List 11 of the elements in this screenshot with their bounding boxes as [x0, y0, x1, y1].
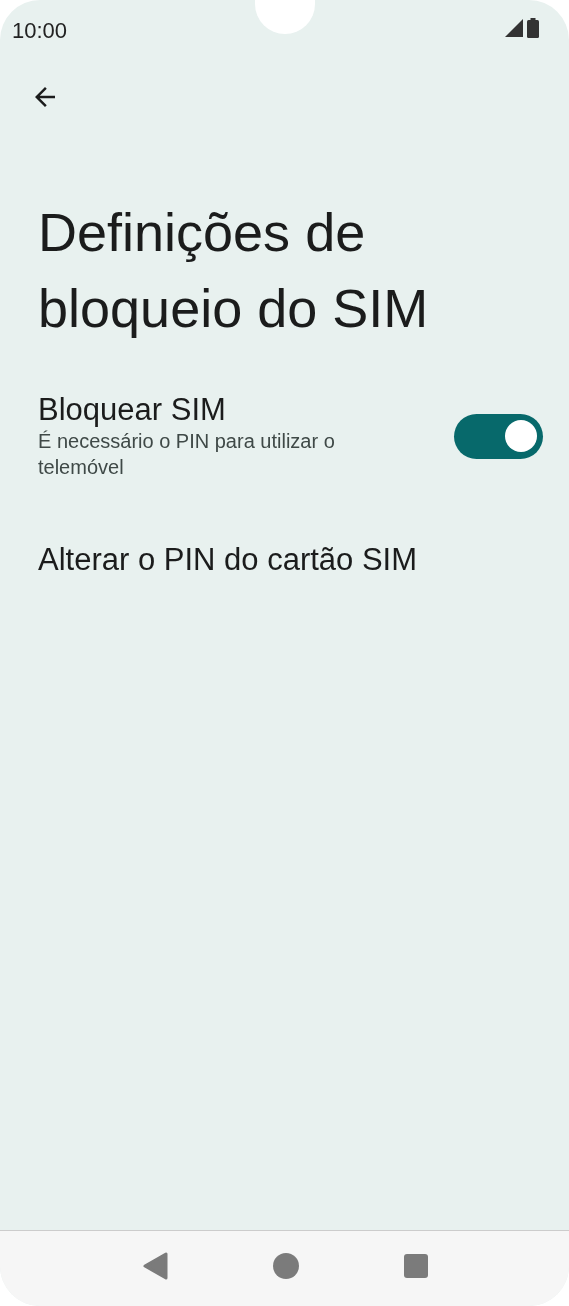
battery-icon: [527, 18, 539, 38]
toggle-switch[interactable]: [454, 413, 543, 459]
status-time: 10:00: [12, 17, 68, 45]
recents-nav-icon[interactable]: [403, 1253, 428, 1278]
back-nav-icon[interactable]: [141, 1251, 168, 1280]
setting-title[interactable]: Alterar o PIN do cartão SIM: [38, 542, 543, 578]
page-title: Definições de bloqueio do SIM: [38, 201, 430, 340]
signal-icon: [505, 19, 523, 37]
home-nav-icon[interactable]: [271, 1251, 300, 1280]
setting-summary: É necessário o PIN para utilizar o telemóvel: [38, 429, 336, 480]
setting-title[interactable]: Bloquear SIM: [38, 392, 438, 428]
